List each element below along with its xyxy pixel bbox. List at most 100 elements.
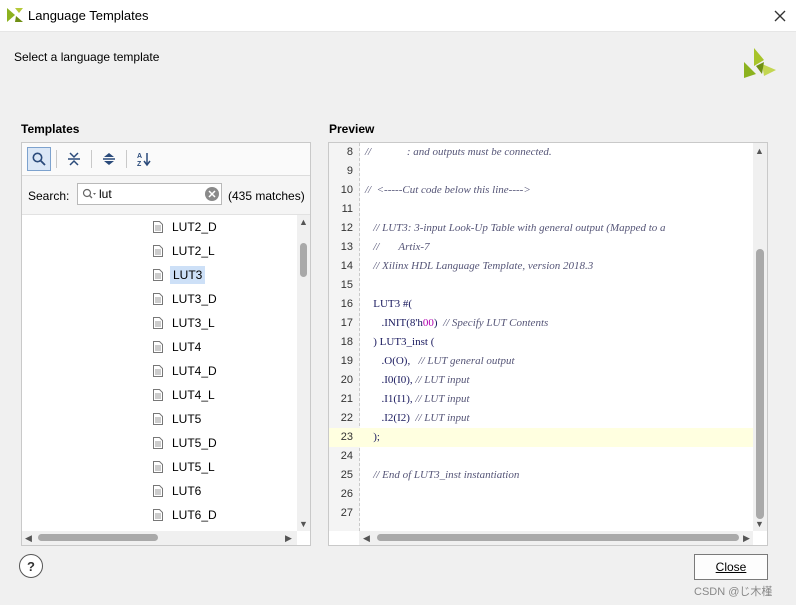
line-number: 23 xyxy=(340,431,353,443)
document-icon xyxy=(153,485,163,497)
tree-item[interactable]: LUT5_D xyxy=(153,433,219,453)
title-bar: Language Templates xyxy=(0,0,796,32)
tree-vertical-scroll-thumb[interactable] xyxy=(300,243,307,277)
templates-panel: A Z Search: (435 matches) LUT xyxy=(21,142,311,546)
code-text: // Xilinx HDL Language Template, version… xyxy=(373,260,594,272)
preview-vertical-scroll-thumb[interactable] xyxy=(756,249,764,519)
code-text: // : and outputs must be connected. xyxy=(365,146,552,158)
line-number: 26 xyxy=(340,488,353,500)
window-title: Language Templates xyxy=(28,8,149,23)
tree-item[interactable]: LUT3 xyxy=(153,265,206,285)
tree-item[interactable]: LUT4_L xyxy=(153,385,217,405)
document-icon xyxy=(153,437,163,449)
scroll-left-arrow-icon[interactable]: ◀ xyxy=(25,533,32,543)
preview-horizontal-scroll-thumb[interactable] xyxy=(377,534,739,541)
line-number: 17 xyxy=(340,317,353,329)
tree-horizontal-scroll-thumb[interactable] xyxy=(38,534,158,541)
scroll-up-arrow-icon[interactable]: ▲ xyxy=(755,146,764,156)
tree-item[interactable]: LUT2_D xyxy=(153,217,219,237)
line-number: 24 xyxy=(340,450,353,462)
code-line[interactable]: 18 ) LUT3_inst ( xyxy=(329,333,753,352)
templates-section-label: Templates xyxy=(21,122,80,136)
code-text: .O(O), // LUT general output xyxy=(365,355,515,367)
search-row: Search: (435 matches) xyxy=(22,176,310,215)
code-line[interactable]: 12 // LUT3: 3-input Look-Up Table with g… xyxy=(329,219,753,238)
code-text: .I2(I2) // LUT input xyxy=(365,412,470,424)
tree-horizontal-scrollbar[interactable]: ◀ ▶ xyxy=(22,531,297,545)
search-label: Search: xyxy=(28,189,70,203)
tree-item-label: LUT4 xyxy=(172,340,202,354)
tree-item[interactable]: LUT6 xyxy=(153,481,203,501)
code-line[interactable]: 19 .O(O), // LUT general output xyxy=(329,352,753,371)
document-icon xyxy=(153,245,163,257)
scroll-down-arrow-icon[interactable]: ▼ xyxy=(755,519,764,529)
svg-text:A: A xyxy=(137,153,142,160)
scroll-left-arrow-icon[interactable]: ◀ xyxy=(363,533,370,543)
tree-item[interactable]: LUT5 xyxy=(153,409,203,429)
code-line[interactable]: 9 xyxy=(329,162,753,181)
expand-all-button[interactable] xyxy=(97,147,121,171)
code-line[interactable]: 24 xyxy=(329,447,753,466)
line-number: 8 xyxy=(346,146,353,158)
line-number: 14 xyxy=(340,260,353,272)
scroll-right-arrow-icon[interactable]: ▶ xyxy=(743,533,750,543)
line-number: 13 xyxy=(340,241,353,253)
code-line[interactable]: 17 .INIT(8'h00) // Specify LUT Contents xyxy=(329,314,753,333)
code-line[interactable]: 21 .I1(I1), // LUT input xyxy=(329,390,753,409)
clear-search-button[interactable] xyxy=(205,187,219,201)
help-button[interactable]: ? xyxy=(19,554,43,578)
code-line[interactable]: 25 // End of LUT3_inst instantiation xyxy=(329,466,753,485)
toolbar-separator xyxy=(56,150,57,168)
tree-item[interactable]: LUT3_D xyxy=(153,289,219,309)
search-input[interactable] xyxy=(99,186,199,202)
tree-item-label: LUT3_D xyxy=(172,292,217,306)
tree-item[interactable]: LUT4_D xyxy=(153,361,219,381)
svg-text:Z: Z xyxy=(137,161,142,167)
code-line[interactable]: 10 // <-----Cut code below this line----> xyxy=(329,181,753,200)
search-toggle-button[interactable] xyxy=(27,147,51,171)
code-line[interactable]: 14 // Xilinx HDL Language Template, vers… xyxy=(329,257,753,276)
code-text: ); xyxy=(365,431,380,443)
tree-item-label: LUT6_D xyxy=(172,508,217,522)
line-number: 11 xyxy=(341,203,353,215)
code-text: ) LUT3_inst ( xyxy=(365,336,435,348)
preview-horizontal-scrollbar[interactable]: ◀ ▶ xyxy=(359,531,753,545)
tree-item[interactable]: LUT5_L xyxy=(153,457,217,477)
line-number: 12 xyxy=(340,222,353,234)
code-line[interactable]: 20 .I0(I0), // LUT input xyxy=(329,371,753,390)
code-text: // Artix-7 xyxy=(373,241,430,253)
code-line[interactable]: 22 .I2(I2) // LUT input xyxy=(329,409,753,428)
collapse-all-button[interactable] xyxy=(62,147,86,171)
tree-item[interactable]: LUT4 xyxy=(153,337,203,357)
preview-vertical-scrollbar[interactable]: ▲ ▼ xyxy=(753,143,767,531)
code-text: // End of LUT3_inst instantiation xyxy=(373,469,520,481)
tree-item-label: LUT5_L xyxy=(172,460,215,474)
tree-item-label: LUT2_D xyxy=(172,220,217,234)
tree-item[interactable]: LUT3_L xyxy=(153,313,217,333)
code-line[interactable]: 23 ); xyxy=(329,428,753,447)
code-text: // <-----Cut code below this line----> xyxy=(365,184,531,196)
code-line[interactable]: 11 xyxy=(329,200,753,219)
code-line[interactable]: 13 // Artix-7 xyxy=(329,238,753,257)
code-text: .INIT(8'h00) // Specify LUT Contents xyxy=(365,317,549,329)
tree-item[interactable]: LUT2_L xyxy=(153,241,217,261)
tree-vertical-scrollbar[interactable]: ▲ ▼ xyxy=(297,215,310,531)
line-number: 20 xyxy=(340,374,353,386)
code-line[interactable]: 8 // : and outputs must be connected. xyxy=(329,143,753,162)
tree-item[interactable]: LUT6_D xyxy=(153,505,219,525)
code-line[interactable]: 16 LUT3 #( xyxy=(329,295,753,314)
close-icon xyxy=(774,10,786,21)
scroll-down-arrow-icon[interactable]: ▼ xyxy=(299,519,308,529)
preview-panel: 8 // : and outputs must be connected. 9 10 /… xyxy=(328,142,768,546)
scroll-up-arrow-icon[interactable]: ▲ xyxy=(299,217,308,227)
tree-item-label: LUT3 xyxy=(170,266,206,284)
tree-item-label: LUT6 xyxy=(172,484,202,498)
scroll-right-arrow-icon[interactable]: ▶ xyxy=(285,533,292,543)
window-close-button[interactable] xyxy=(764,0,796,31)
sort-button[interactable]: A Z xyxy=(132,147,156,171)
code-line[interactable]: 27 xyxy=(329,504,753,523)
code-line[interactable]: 15 xyxy=(329,276,753,295)
close-button[interactable]: Close xyxy=(694,554,768,580)
code-line[interactable]: 26 xyxy=(329,485,753,504)
toolbar-separator xyxy=(91,150,92,168)
